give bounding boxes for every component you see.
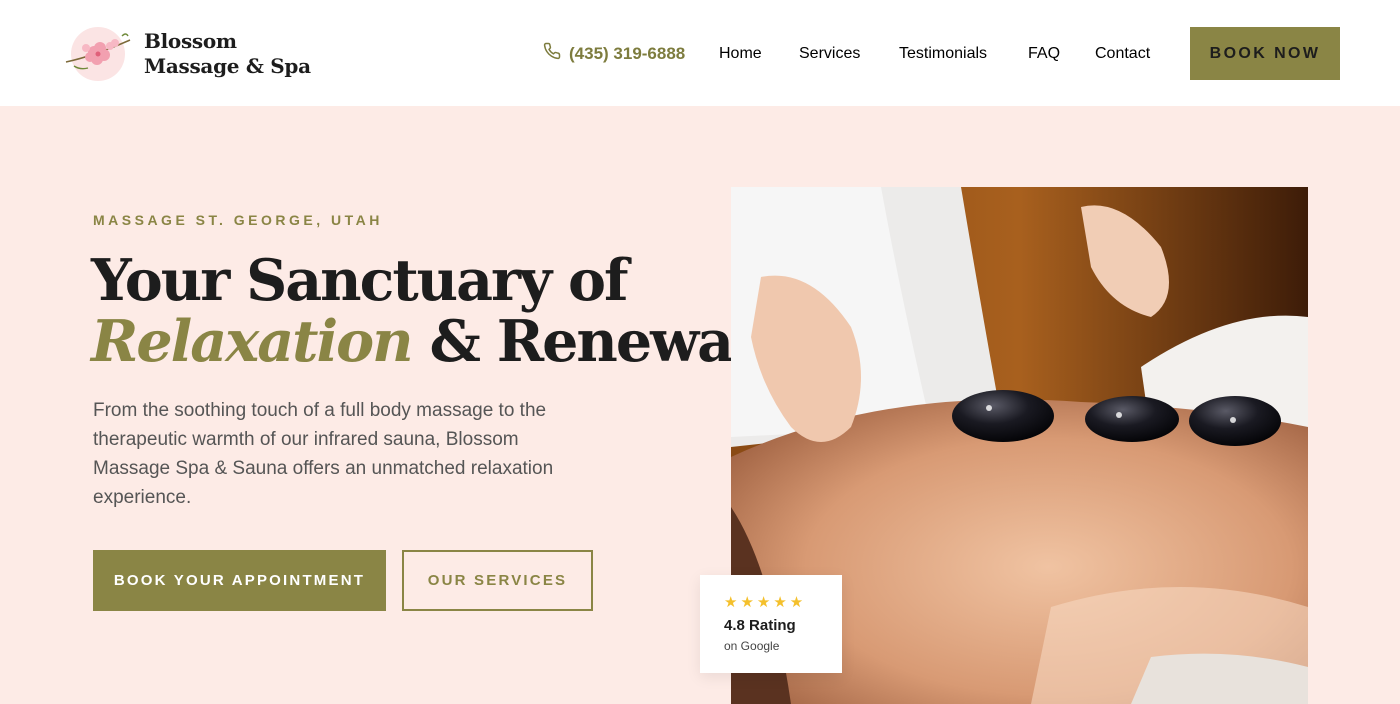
headline-rest: & Renewal [411, 308, 753, 375]
nav-faq[interactable]: FAQ [1028, 45, 1060, 63]
nav-testimonials[interactable]: Testimonials [899, 45, 987, 63]
nav-contact[interactable]: Contact [1095, 45, 1150, 63]
our-services-button[interactable]: OUR SERVICES [402, 550, 593, 611]
rating-source: on Google [724, 639, 780, 653]
brand-name-line2: Massage & Spa [144, 54, 311, 78]
google-rating-card: ★★★★★ 4.8 Rating on Google [700, 575, 842, 673]
brand-name[interactable]: Blossom Massage & Spa [144, 29, 311, 79]
hero-description: From the soothing touch of a full body m… [93, 400, 554, 508]
nav-home[interactable]: Home [719, 45, 762, 63]
rating-value: 4.8 Rating [724, 617, 796, 634]
nav-services[interactable]: Services [799, 45, 860, 63]
phone-number: (435) 319-6888 [569, 43, 686, 63]
hero-headline: Your Sanctuary of Relaxation & Renewal [91, 247, 754, 375]
book-now-button[interactable]: BOOK NOW [1190, 27, 1340, 80]
brand-name-line1: Blossom [144, 29, 237, 53]
hero-eyebrow: MASSAGE ST. GEORGE, UTAH [93, 212, 383, 228]
phone-icon [543, 42, 561, 65]
star-rating-icon: ★★★★★ [724, 594, 807, 611]
site-header: Blossom Massage & Spa (435) 319-6888 Hom… [0, 0, 1400, 106]
headline-line1: Your Sanctuary of [91, 247, 629, 314]
phone-link[interactable]: (435) 319-6888 [543, 42, 685, 65]
book-appointment-button[interactable]: BOOK YOUR APPOINTMENT [93, 550, 386, 611]
cherry-blossom-icon[interactable] [64, 26, 132, 82]
headline-accent: Relaxation [91, 308, 414, 375]
